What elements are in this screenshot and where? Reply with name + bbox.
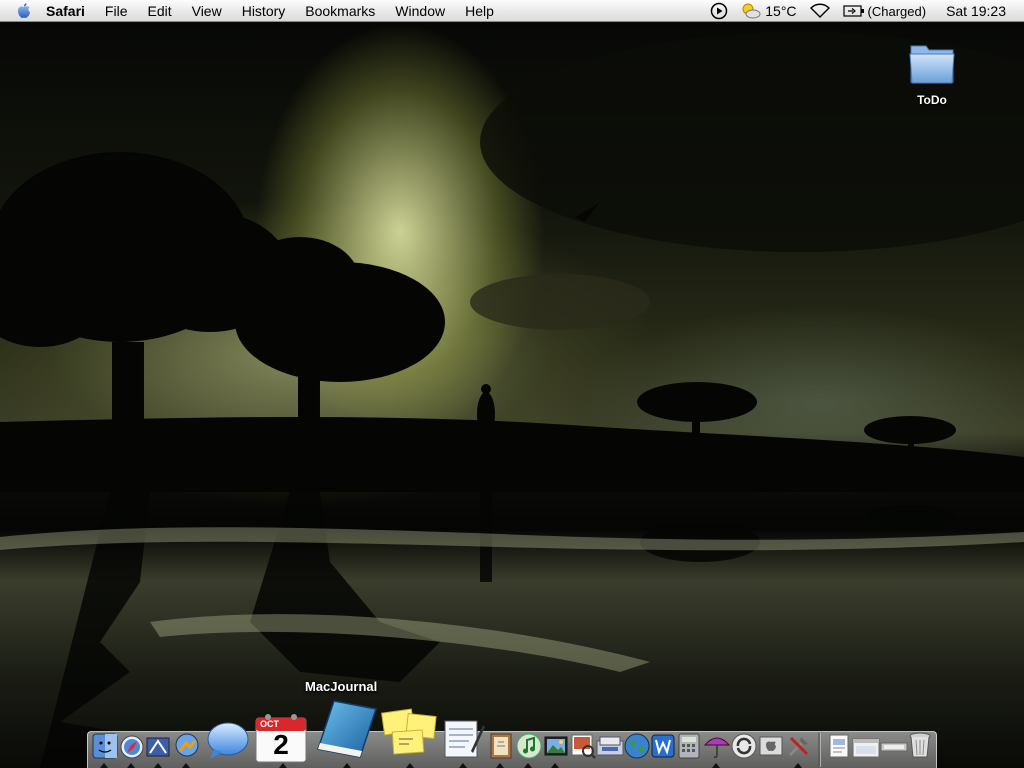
finder-icon[interactable] xyxy=(92,733,118,764)
dock-running-indicator xyxy=(343,763,351,768)
folder-icon xyxy=(909,45,955,84)
system-info-icon[interactable] xyxy=(758,733,784,764)
apple-icon[interactable] xyxy=(14,0,34,22)
mail-icon[interactable] xyxy=(146,735,170,764)
battery-extra[interactable]: (Charged) xyxy=(837,0,933,22)
menu-edit[interactable]: Edit xyxy=(137,0,181,22)
trash-icon[interactable] xyxy=(908,731,932,764)
dock-running-indicator xyxy=(524,763,532,768)
weather-extra[interactable]: 15°C xyxy=(734,0,802,22)
textedit-icon[interactable] xyxy=(441,715,485,764)
weather-sun-cloud-icon xyxy=(742,3,761,19)
dock-running-indicator xyxy=(406,763,414,768)
wifi-icon[interactable] xyxy=(803,0,837,22)
preview-icon[interactable] xyxy=(570,733,596,764)
desktop-icon-todo[interactable]: ToDo xyxy=(900,40,964,107)
desktop-icon-label: ToDo xyxy=(917,93,947,107)
clock-label[interactable]: Sat 19:23 xyxy=(932,0,1024,22)
calendar-month: OCT xyxy=(260,719,279,729)
macjournal-icon[interactable] xyxy=(316,699,378,764)
dock-running-indicator xyxy=(712,763,720,768)
dock-running-indicator xyxy=(154,763,162,768)
calendar-day: 2 xyxy=(273,729,289,760)
dock-running-indicator xyxy=(794,763,802,768)
battery-status-label: (Charged) xyxy=(867,3,927,19)
menu-app-safari[interactable]: Safari xyxy=(34,0,95,22)
menu-bar: Safari File Edit View History Bookmarks … xyxy=(0,0,1024,22)
dock-tooltip: MacJournal xyxy=(305,679,378,694)
play-icon[interactable] xyxy=(704,0,734,22)
dock-running-indicator xyxy=(182,763,190,768)
menu-window[interactable]: Window xyxy=(385,0,455,22)
dock-running-indicator xyxy=(496,763,504,768)
iphoto-icon[interactable] xyxy=(543,733,569,764)
menu-file[interactable]: File xyxy=(95,0,138,22)
itunes-icon[interactable] xyxy=(516,733,542,764)
network-globe-icon[interactable] xyxy=(624,733,650,764)
desktop-wallpaper xyxy=(0,22,1024,768)
ical-icon[interactable]: OCT 2 xyxy=(254,712,310,764)
dock-running-indicator xyxy=(459,763,467,768)
menu-history[interactable]: History xyxy=(232,0,296,22)
window-icon[interactable] xyxy=(852,737,880,764)
wallpaper-scene xyxy=(0,32,1024,768)
dock-running-indicator xyxy=(127,763,135,768)
speech-bubble-icon[interactable] xyxy=(206,721,250,766)
dock-running-indicator xyxy=(551,763,559,768)
ichat-icon[interactable] xyxy=(174,733,200,764)
temperature-label: 15°C xyxy=(765,3,797,19)
stickies-icon[interactable] xyxy=(381,707,437,762)
menu-bookmarks[interactable]: Bookmarks xyxy=(295,0,385,22)
utilities-icon[interactable] xyxy=(786,733,812,764)
menu-view[interactable]: View xyxy=(182,0,232,22)
calculator-icon[interactable] xyxy=(678,733,700,764)
address-book-icon[interactable] xyxy=(488,733,514,764)
dock-separator xyxy=(818,733,821,767)
umbrella-icon[interactable] xyxy=(703,733,731,764)
window-icon-2[interactable] xyxy=(880,737,908,764)
battery-icon xyxy=(842,5,864,17)
dock-running-indicator xyxy=(279,763,287,768)
word-icon[interactable] xyxy=(650,733,676,764)
sync-icon[interactable] xyxy=(731,733,757,764)
menu-help[interactable]: Help xyxy=(455,0,504,22)
menu-extras: 15°C (Charged) Sat 19:23 xyxy=(704,0,1024,22)
safari-icon[interactable] xyxy=(120,735,144,764)
document-icon[interactable] xyxy=(828,733,850,764)
dock-running-indicator xyxy=(100,763,108,768)
image-capture-icon[interactable] xyxy=(596,735,624,764)
